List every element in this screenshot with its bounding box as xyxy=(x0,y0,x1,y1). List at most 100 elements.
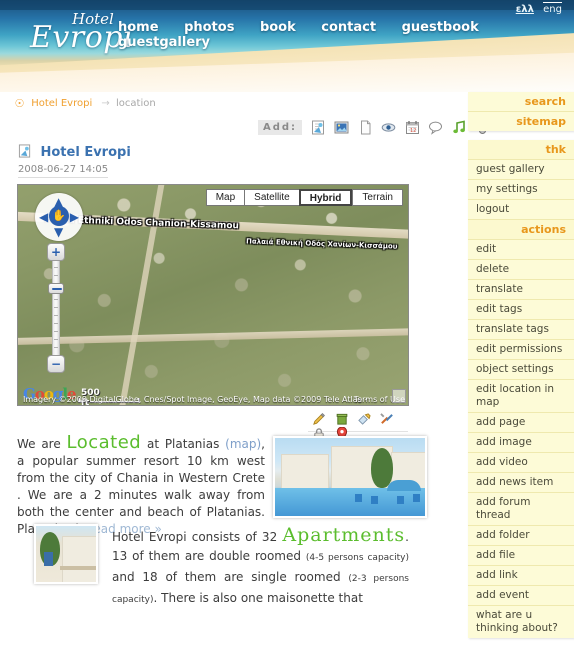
breadcrumb-item-root[interactable]: Hotel Evropi xyxy=(31,98,92,109)
sidebar-action-add-page[interactable]: add page xyxy=(468,413,574,433)
pan-center-hand-icon[interactable]: ✋ xyxy=(49,206,69,226)
sidebar-action-add-video[interactable]: add video xyxy=(468,453,574,473)
sidebar-action-what-are-u-thinking-about[interactable]: what are u thinking about? xyxy=(468,606,574,638)
svg-text:12: 12 xyxy=(410,128,416,134)
zoom-tick xyxy=(54,315,58,316)
nav-item-home[interactable]: home xyxy=(118,20,159,35)
object-timestamp: 2008-06-27 14:05 xyxy=(18,164,109,178)
sidebar-action-delete[interactable]: delete xyxy=(468,260,574,280)
sidebar-item-search[interactable]: search xyxy=(468,92,574,112)
article-location-photo[interactable] xyxy=(273,436,427,518)
article-apartments-thumbnail[interactable] xyxy=(34,524,98,584)
pan-down-icon[interactable]: ▼ xyxy=(54,226,63,238)
map-attribution: Terms of Use Imagery ©2009 DigitalGlobe,… xyxy=(23,395,405,404)
photo-chair xyxy=(413,494,420,502)
tags-icon[interactable] xyxy=(357,412,372,427)
sidebar-action-add-forum-thread[interactable]: add forum thread xyxy=(468,493,574,526)
pan-right-icon[interactable]: ▶ xyxy=(70,211,79,223)
sidebar-user-header: thk xyxy=(468,140,574,160)
sidebar-action-edit[interactable]: edit xyxy=(468,240,574,260)
add-image-icon[interactable] xyxy=(334,120,349,135)
photo-chair xyxy=(397,496,404,504)
zoom-tick xyxy=(54,267,58,268)
settings-icon[interactable] xyxy=(379,412,395,427)
map-zoom-control[interactable]: + − xyxy=(46,243,66,373)
article-location-text: We are Located at Platanias (map), a pop… xyxy=(17,434,265,538)
sidebar-action-translate[interactable]: translate xyxy=(468,280,574,300)
sidebar-action-add-image[interactable]: add image xyxy=(468,433,574,453)
map-type-selector: Map Satellite Hybrid Terrain xyxy=(205,189,403,206)
nav-item-book[interactable]: book xyxy=(260,20,296,35)
article-location: We are Located at Platanias (map), a pop… xyxy=(17,434,427,538)
delete-icon[interactable] xyxy=(335,412,350,427)
location-map[interactable]: Palaia Ethniki Odos Chanion-Kissamou Παλ… xyxy=(17,184,409,406)
page-title: Hotel Evropi xyxy=(40,144,131,160)
map-pan-control[interactable]: ▲ ▼ ◀ ▶ ✋ xyxy=(35,193,83,241)
sidebar-item-my-settings[interactable]: my settings xyxy=(468,180,574,200)
map-type-map[interactable]: Map xyxy=(205,189,245,206)
add-page-icon[interactable] xyxy=(311,120,326,135)
sidebar-action-add-file[interactable]: add file xyxy=(468,546,574,566)
breadcrumb-separator: → xyxy=(101,98,110,109)
page-content: ☉ Hotel Evropi → location Add: 12 Hotel … xyxy=(0,92,574,638)
map-type-terrain[interactable]: Terrain xyxy=(352,189,403,206)
add-link-icon[interactable] xyxy=(381,120,396,135)
sidebar-action-add-link[interactable]: add link xyxy=(468,566,574,586)
article1-text-mid1: at Platanias xyxy=(141,437,226,451)
lang-link-greek[interactable]: ελλ xyxy=(516,4,534,15)
sidebar-item-logout[interactable]: logout xyxy=(468,200,574,220)
article-tools xyxy=(308,412,408,441)
sidebar-action-translate-tags[interactable]: translate tags xyxy=(468,320,574,340)
map-type-hybrid[interactable]: Hybrid xyxy=(298,189,353,206)
pan-left-icon[interactable]: ◀ xyxy=(39,211,48,223)
sidebar-action-object-settings[interactable]: object settings xyxy=(468,360,574,380)
article1-map-link[interactable]: (map) xyxy=(225,437,261,451)
zoom-slider-rail[interactable] xyxy=(52,257,60,361)
add-comment-icon[interactable] xyxy=(428,120,443,135)
nav-item-photos[interactable]: photos xyxy=(184,20,234,35)
language-switcher: ελλ eng xyxy=(510,2,562,15)
add-event-icon[interactable]: 12 xyxy=(405,120,420,135)
article2-highlight: Apartments xyxy=(282,524,406,546)
nav-item-guestgallery[interactable]: guestgallery xyxy=(118,35,210,50)
at-icon: ☉ xyxy=(14,97,25,110)
zoom-out-button[interactable]: − xyxy=(47,355,65,373)
sidebar-action-add-news-item[interactable]: add news item xyxy=(468,473,574,493)
photo-chair xyxy=(355,494,362,502)
add-music-icon[interactable] xyxy=(452,120,467,135)
add-file-icon[interactable] xyxy=(358,120,373,135)
lang-link-english[interactable]: eng xyxy=(543,2,562,15)
photo-umbrella xyxy=(387,480,421,491)
map-overview-toggle[interactable] xyxy=(392,389,406,403)
zoom-in-button[interactable]: + xyxy=(47,243,65,261)
zoom-tick xyxy=(54,275,58,276)
add-toolbar: Add: 12 xyxy=(258,120,490,140)
sidebar-action-edit-permissions[interactable]: edit permissions xyxy=(468,340,574,360)
edit-icon[interactable] xyxy=(312,412,327,427)
map-type-satellite[interactable]: Satellite xyxy=(244,189,299,206)
add-toolbar-label: Add: xyxy=(258,120,303,135)
zoom-tick xyxy=(54,331,58,332)
sidebar-panel-tools: search sitemap xyxy=(468,92,574,131)
thumb-window xyxy=(44,552,53,566)
zoom-tick xyxy=(54,347,58,348)
sidebar-action-add-folder[interactable]: add folder xyxy=(468,526,574,546)
sidebar-item-sitemap[interactable]: sitemap xyxy=(468,112,574,131)
sidebar-action-add-event[interactable]: add event xyxy=(468,586,574,606)
article1-highlight: Located xyxy=(66,432,142,453)
article-apartments-text: Hotel Evropi consists of 32 Apartments . … xyxy=(112,526,409,610)
zoom-tick xyxy=(54,339,58,340)
zoom-slider-handle[interactable] xyxy=(48,283,64,294)
zoom-tick xyxy=(54,299,58,300)
nav-item-contact[interactable]: contact xyxy=(321,20,376,35)
nav-item-guestbook[interactable]: guestbook xyxy=(402,20,479,35)
photo-pool-water xyxy=(275,488,425,516)
zoom-tick xyxy=(54,323,58,324)
article2-small1: (4-5 persons capacity) xyxy=(305,553,409,563)
sidebar-action-edit-tags[interactable]: edit tags xyxy=(468,300,574,320)
sidebar-action-edit-location-in-map[interactable]: edit location in map xyxy=(468,380,574,413)
sidebar-item-guest-gallery[interactable]: guest gallery xyxy=(468,160,574,180)
sidebar-actions-header: actions xyxy=(468,220,574,240)
object-title: Hotel Evropi xyxy=(18,144,131,160)
main-navigation: home photos book contact guestbook guest… xyxy=(118,20,574,50)
